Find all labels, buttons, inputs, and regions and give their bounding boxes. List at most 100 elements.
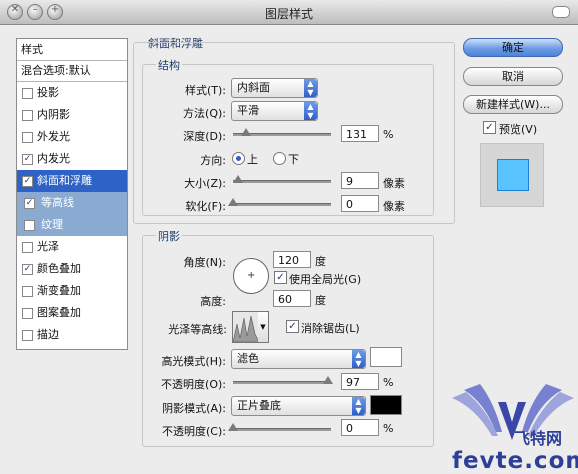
styles-header[interactable]: 样式 [17, 39, 127, 61]
sidebar-item-label: 投影 [37, 86, 59, 99]
checkbox[interactable] [22, 132, 33, 143]
new-style-button[interactable]: 新建样式(W)... [463, 95, 563, 114]
antialias-checkbox[interactable]: ✓ [286, 320, 299, 333]
sidebar-item-contour[interactable]: ✓ 等高线 [17, 192, 127, 214]
checkbox[interactable]: ✓ [22, 176, 33, 187]
angle-label: 角度(N): [183, 256, 226, 269]
sidebar-item-inner-shadow[interactable]: 内阴影 [17, 104, 127, 126]
angle-dial[interactable]: + [233, 258, 269, 294]
checkbox[interactable] [22, 110, 33, 121]
sidebar-item-label: 内发光 [37, 152, 70, 165]
global-light-checkbox[interactable]: ✓ [274, 271, 287, 284]
checkbox[interactable]: ✓ [22, 264, 33, 275]
altitude-unit: 度 [315, 294, 326, 307]
checkbox[interactable] [22, 286, 33, 297]
depth-slider[interactable] [233, 128, 331, 136]
sidebar-item-label: 外发光 [37, 130, 70, 143]
updown-arrows-icon: ▲ ▼ [352, 350, 365, 368]
style-preview [480, 143, 544, 207]
sidebar-item-texture[interactable]: 纹理 [17, 214, 127, 236]
sidebar-item-bevel-emboss[interactable]: ✓ 斜面和浮雕 [17, 170, 127, 192]
highlight-opacity-unit: % [383, 376, 394, 389]
sidebar-item-outer-glow[interactable]: 外发光 [17, 126, 127, 148]
global-light-label: 使用全局光(G) [289, 273, 362, 286]
crosshair-icon: + [247, 270, 256, 281]
direction-down-radio[interactable] [273, 152, 286, 165]
blending-options-item[interactable]: 混合选项:默认 [17, 61, 127, 82]
sidebar-item-inner-glow[interactable]: ✓ 内发光 [17, 148, 127, 170]
highlight-opacity-thumb[interactable] [323, 376, 334, 384]
technique-value: 平滑 [237, 104, 259, 117]
direction-label: 方向: [200, 154, 226, 167]
updown-arrows-icon: ▲ ▼ [304, 102, 317, 120]
size-slider[interactable] [232, 175, 331, 183]
updown-arrows-icon: ▲ ▼ [304, 79, 317, 97]
watermark-line1: 飞特网 [514, 429, 563, 448]
size-label: 大小(Z): [184, 177, 226, 190]
sidebar-item-drop-shadow[interactable]: 投影 [17, 82, 127, 104]
soften-label: 软化(F): [185, 200, 226, 213]
shadow-opacity-input[interactable]: 0 [341, 419, 379, 436]
shadow-mode-value: 正片叠底 [237, 399, 281, 412]
antialias-label: 消除锯齿(L) [301, 322, 360, 335]
angle-input[interactable]: 120 [273, 251, 311, 268]
shadow-color-swatch[interactable] [370, 395, 402, 415]
style-label: 样式(T): [184, 84, 226, 97]
sidebar-item-label: 描边 [37, 328, 59, 341]
gloss-contour-preview[interactable] [232, 311, 260, 343]
shadow-mode-select[interactable]: 正片叠底 ▲ ▼ [231, 396, 366, 416]
soften-slider[interactable] [228, 198, 331, 206]
ok-button[interactable]: 确定 [463, 38, 563, 57]
contour-dropdown-button[interactable]: ▼ [258, 311, 269, 343]
soften-unit: 像素 [383, 200, 405, 213]
updown-arrows-icon: ▲ ▼ [352, 397, 365, 415]
shadow-opacity-slider[interactable] [228, 423, 331, 431]
checkbox[interactable] [22, 330, 33, 341]
sidebar-item-label: 斜面和浮雕 [37, 174, 92, 187]
highlight-opacity-label: 不透明度(O): [161, 378, 226, 391]
highlight-mode-select[interactable]: 滤色 ▲ ▼ [231, 349, 366, 369]
preview-swatch [497, 159, 529, 191]
sidebar-item-gradient-overlay[interactable]: 渐变叠加 [17, 280, 127, 302]
size-input[interactable]: 9 [341, 172, 379, 189]
direction-up-radio[interactable] [232, 152, 245, 165]
preview-checkbox[interactable]: ✓ [483, 121, 496, 134]
highlight-opacity-input[interactable]: 97 [341, 373, 379, 390]
shadow-opacity-thumb[interactable] [228, 423, 238, 431]
sidebar-item-color-overlay[interactable]: ✓ 颜色叠加 [17, 258, 127, 280]
checkbox[interactable] [24, 220, 35, 231]
checkbox[interactable]: ✓ [22, 154, 33, 165]
sidebar-item-pattern-overlay[interactable]: 图案叠加 [17, 302, 127, 324]
soften-slider-thumb[interactable] [228, 198, 238, 206]
sidebar-item-label: 等高线 [41, 196, 74, 209]
checkbox[interactable] [22, 242, 33, 253]
toolbar-toggle-button[interactable] [552, 6, 570, 18]
sidebar-item-label: 颜色叠加 [37, 262, 81, 275]
cancel-button[interactable]: 取消 [463, 67, 563, 86]
highlight-color-swatch[interactable] [370, 347, 402, 367]
angle-unit: 度 [315, 255, 326, 268]
depth-unit: % [383, 128, 394, 141]
highlight-opacity-slider[interactable] [233, 376, 334, 384]
checkbox[interactable] [22, 308, 33, 319]
watermark-line2: fevte.com [452, 448, 578, 474]
chevron-down-icon: ▼ [260, 323, 266, 331]
preview-label: 预览(V) [499, 123, 538, 136]
sidebar-item-satin[interactable]: 光泽 [17, 236, 127, 258]
depth-input[interactable]: 131 [341, 125, 379, 142]
shadow-mode-label: 阴影模式(A): [162, 402, 226, 415]
technique-select[interactable]: 平滑 ▲ ▼ [231, 101, 318, 121]
checkbox[interactable] [22, 88, 33, 99]
sidebar-item-stroke[interactable]: 描边 [17, 324, 127, 346]
technique-label: 方法(Q): [183, 107, 226, 120]
sidebar-item-label: 纹理 [41, 218, 63, 231]
bevel-style-select[interactable]: 内斜面 ▲ ▼ [231, 78, 318, 98]
highlight-mode-label: 高光模式(H): [161, 355, 226, 368]
depth-slider-thumb[interactable] [240, 128, 251, 136]
shading-title: 阴影 [156, 228, 182, 244]
checkbox[interactable]: ✓ [24, 198, 35, 209]
soften-input[interactable]: 0 [341, 195, 379, 212]
altitude-input[interactable]: 60 [273, 290, 311, 307]
size-slider-thumb[interactable] [232, 175, 243, 183]
direction-down-label: 下 [288, 153, 299, 166]
